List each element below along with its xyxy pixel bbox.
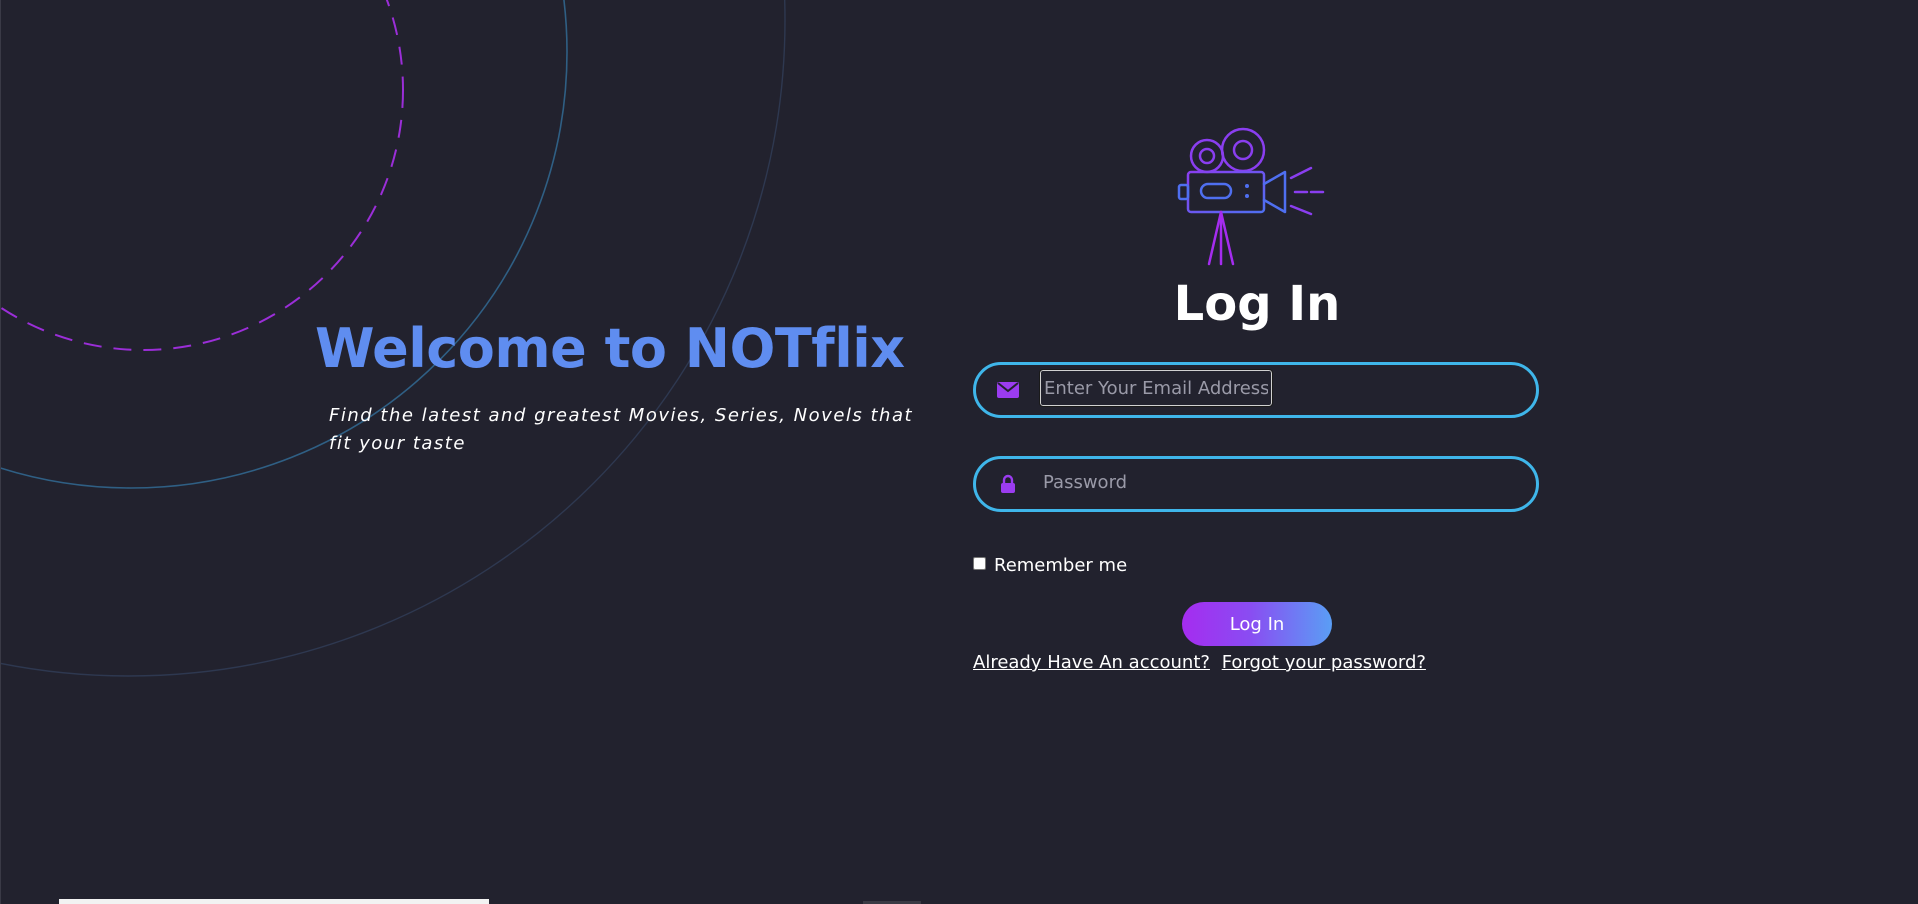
password-input[interactable] bbox=[1040, 464, 1480, 500]
welcome-title: Welcome to NOTflix bbox=[315, 317, 905, 380]
decor-dashed-ring bbox=[1, 0, 404, 351]
login-page: Welcome to NOTflix Find the latest and g… bbox=[0, 0, 1918, 904]
login-title: Log In bbox=[1173, 276, 1341, 332]
login-links: Already Have An account? Forgot your pas… bbox=[973, 650, 1426, 676]
email-input[interactable] bbox=[1039, 369, 1273, 407]
remember-label: Remember me bbox=[994, 554, 1128, 576]
account-link[interactable]: Already Have An account? bbox=[973, 652, 1210, 673]
remember-checkbox[interactable] bbox=[973, 556, 986, 570]
forgot-password-link[interactable]: Forgot your password? bbox=[1222, 652, 1426, 673]
password-field[interactable] bbox=[973, 456, 1539, 512]
remember-me[interactable]: Remember me bbox=[973, 552, 1127, 578]
lock-icon bbox=[996, 473, 1020, 495]
envelope-icon bbox=[996, 379, 1020, 401]
welcome-tagline: Find the latest and greatest Movies, Ser… bbox=[329, 405, 914, 454]
login-button[interactable]: Log In bbox=[1182, 602, 1332, 646]
background-decoration bbox=[1, 0, 786, 677]
bottom-scrollbar[interactable] bbox=[59, 899, 489, 904]
film-camera-icon bbox=[1177, 127, 1325, 266]
email-field[interactable] bbox=[973, 362, 1539, 418]
